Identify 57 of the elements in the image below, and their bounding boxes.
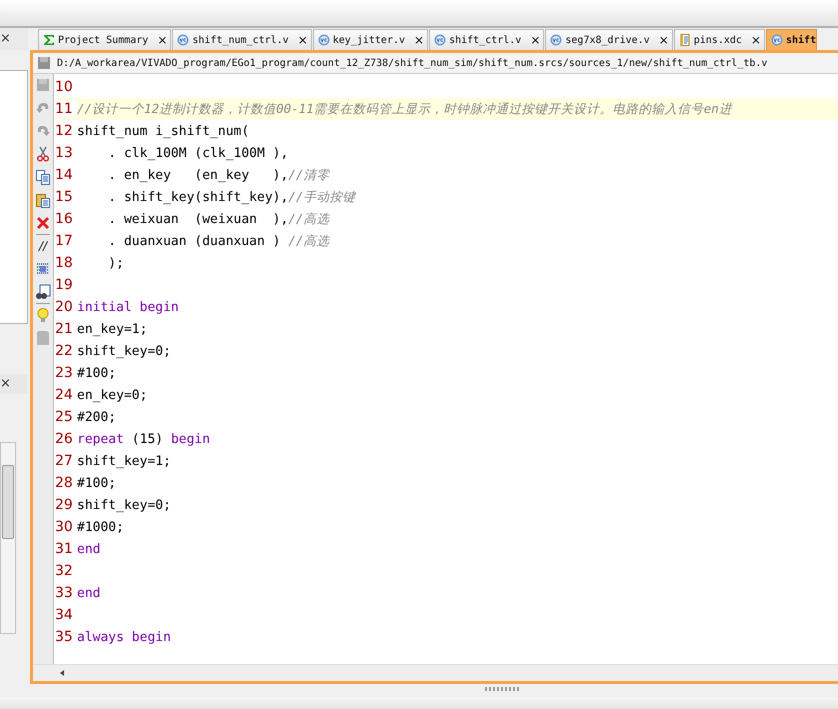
- horizontal-scrollbar[interactable]: [33, 664, 838, 681]
- line-number: 11: [54, 101, 77, 117]
- file-tab[interactable]: Project Summary ×: [38, 29, 172, 50]
- file-icon: [318, 34, 330, 46]
- code-line: end: [77, 542, 100, 556]
- close-tab-button[interactable]: ×: [530, 33, 540, 47]
- code-line: #100;: [77, 366, 116, 380]
- list-icon[interactable]: [35, 261, 51, 277]
- lightbulb-icon[interactable]: [35, 307, 51, 323]
- code-line: . clk_100M (clk_100M ),: [107, 146, 288, 160]
- close-tab-button[interactable]: ×: [157, 33, 168, 47]
- code-line: shift_key=0;: [77, 498, 171, 512]
- file-tab[interactable]: shift_ctrl.v ×: [429, 29, 544, 50]
- resize-handle[interactable]: [485, 687, 521, 691]
- paste-icon[interactable]: [35, 192, 51, 208]
- sigma-icon: [43, 34, 55, 46]
- binoculars-icon[interactable]: [35, 284, 51, 300]
- code-line: shift_num i_shift_num(: [77, 124, 250, 138]
- code-line: . duanxuan (duanxuan ) //高选: [107, 232, 330, 250]
- file-icon: [550, 34, 562, 46]
- code-line: en_key=1;: [77, 322, 148, 336]
- file-tab[interactable]: key_jitter.v ×: [312, 29, 428, 50]
- code-line: en_key=0;: [77, 388, 148, 402]
- code-line: );: [107, 256, 124, 270]
- scroll-left-icon[interactable]: [58, 669, 66, 677]
- cut-icon[interactable]: [35, 146, 51, 162]
- code-line: #1000;: [77, 520, 124, 534]
- code-line: . shift_key(shift_key),//手动按键: [107, 188, 356, 206]
- file-tab[interactable]: shift: [766, 29, 818, 50]
- close-tab-button[interactable]: ×: [658, 33, 669, 47]
- close-tab-button[interactable]: ×: [414, 33, 424, 47]
- close-tab-button[interactable]: ×: [750, 33, 761, 47]
- code-line: repeat (15) begin: [77, 432, 210, 446]
- file-icon: [434, 34, 446, 46]
- delete-icon[interactable]: [35, 215, 51, 231]
- file-tab[interactable]: pins.xdc ×: [674, 29, 765, 50]
- code-line: . en_key (en_key ),//清零: [107, 166, 330, 184]
- code-line: #200;: [77, 410, 116, 424]
- code-line: //设计一个12进制计数器，计数值00-11需要在数码管上显示，时钟脉冲通过按键开关设计。电路的输入信号en进: [77, 100, 732, 118]
- code-line: end: [77, 586, 100, 600]
- copy-icon[interactable]: [35, 169, 51, 185]
- file-path: D:/A_workarea/VIVADO_program/EGo1_program/count_12_Z738/shift_num_sim/shift_num.srcs/sources_1/new/shift_num_ctrl_tb.v: [57, 58, 768, 68]
- vertical-scrollbar[interactable]: [0, 442, 16, 634]
- close-tab-button[interactable]: ×: [298, 33, 308, 47]
- code-line: shift_key=0;: [77, 344, 171, 358]
- file-tab[interactable]: seg7x8_drive.v ×: [545, 29, 673, 50]
- code-line: always begin: [77, 630, 171, 644]
- code-line: shift_key=1;: [77, 454, 171, 468]
- comment-button[interactable]: //: [35, 238, 51, 254]
- save-icon[interactable]: [37, 56, 51, 70]
- file-tab[interactable]: shift_num_ctrl.v ×: [172, 29, 312, 50]
- code-line: . weixuan (weixuan ),//高选: [107, 210, 330, 228]
- file-icon: [770, 34, 783, 46]
- document-icon: [678, 34, 691, 46]
- code-line: initial begin: [77, 300, 179, 314]
- code-line: #100;: [77, 476, 116, 490]
- file-icon: [177, 34, 190, 46]
